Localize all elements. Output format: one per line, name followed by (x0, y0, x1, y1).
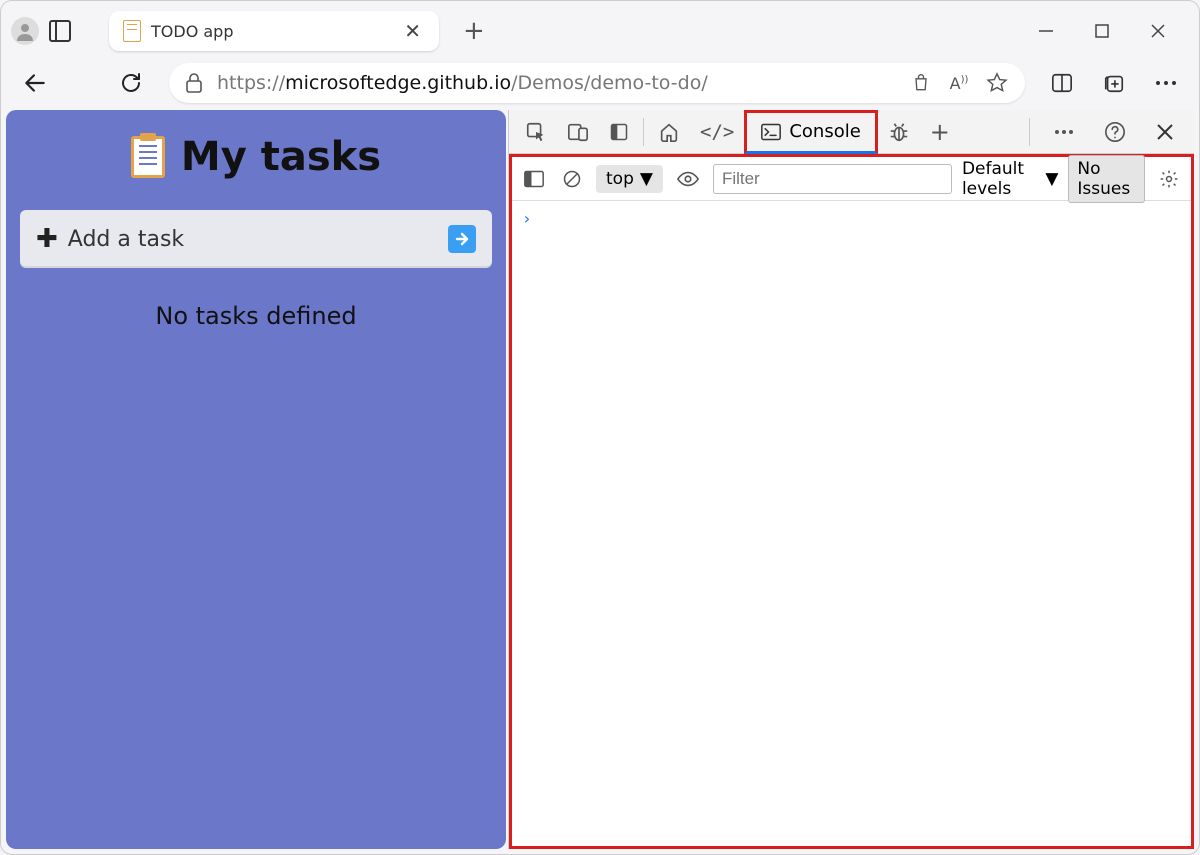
browser-titlebar: TODO app ✕ + (1, 1, 1199, 61)
home-icon (658, 121, 680, 143)
toggle-sidebar-button[interactable] (520, 157, 548, 201)
context-label: top (606, 169, 634, 189)
page-header: My tasks (20, 134, 492, 180)
lock-icon (185, 73, 203, 93)
url-text: https://microsoftedge.github.io/Demos/de… (217, 72, 895, 94)
collections-button[interactable] (1099, 68, 1129, 98)
clipboard-icon (131, 136, 165, 178)
more-icon (1054, 129, 1074, 135)
issues-button[interactable]: No Issues (1068, 155, 1145, 203)
devtools-close-button[interactable] (1146, 110, 1184, 154)
console-body: top ▼ Default levels ▼ No Issues › (509, 154, 1194, 849)
read-aloud-button[interactable]: A)) (947, 71, 971, 95)
minimize-button[interactable] (1035, 20, 1057, 42)
devtools-help-button[interactable] (1094, 110, 1136, 154)
empty-state-message: No tasks defined (20, 302, 492, 330)
console-settings-button[interactable] (1155, 157, 1183, 201)
favicon-icon (123, 20, 141, 42)
arrow-right-icon (454, 231, 470, 247)
close-icon (1156, 123, 1174, 141)
help-icon (1104, 121, 1126, 143)
profile-button[interactable] (11, 17, 39, 45)
refresh-button[interactable] (115, 67, 147, 99)
gear-icon (1159, 169, 1179, 189)
sidebar-icon (524, 170, 544, 188)
devtools-tabstrip: </> Console + (509, 110, 1194, 154)
bug-icon (888, 121, 910, 143)
more-icon (1155, 80, 1177, 86)
welcome-tab[interactable] (648, 110, 690, 154)
maximize-button[interactable] (1091, 20, 1113, 42)
page-viewport: My tasks ✚ Add a task No tasks defined (6, 110, 506, 849)
issues-label: No Issues (1077, 159, 1130, 199)
new-tab-button[interactable]: + (449, 16, 499, 46)
user-icon (15, 21, 35, 41)
console-toolbar: top ▼ Default levels ▼ No Issues (512, 157, 1191, 201)
window-close-button[interactable] (1147, 20, 1169, 42)
plus-icon: ✚ (36, 224, 58, 254)
add-task-placeholder: Add a task (68, 227, 438, 252)
device-emulation-button[interactable] (557, 110, 599, 154)
bag-icon (911, 73, 931, 93)
url-box[interactable]: https://microsoftedge.github.io/Demos/de… (169, 63, 1025, 103)
star-icon (986, 72, 1008, 94)
split-screen-button[interactable] (1047, 68, 1077, 98)
tab-actions-button[interactable] (49, 20, 71, 42)
favorite-button[interactable] (985, 71, 1009, 95)
context-selector[interactable]: top ▼ (596, 165, 663, 193)
shopping-button[interactable] (909, 71, 933, 95)
prompt-caret-icon: › (522, 209, 532, 228)
devtools-panel: </> Console + top ▼ (508, 110, 1194, 849)
dock-button[interactable] (599, 110, 639, 154)
live-expression-button[interactable] (673, 157, 703, 201)
devtools-more-button[interactable] (1044, 110, 1084, 154)
browser-tab[interactable]: TODO app ✕ (109, 11, 439, 51)
tab-close-button[interactable]: ✕ (400, 19, 425, 43)
filter-input[interactable] (713, 164, 952, 194)
caret-down-icon: ▼ (640, 169, 653, 189)
inspect-icon (525, 121, 547, 143)
elements-tab[interactable]: </> (690, 110, 744, 154)
sources-tab[interactable] (878, 110, 920, 154)
console-tab-label: Console (789, 121, 860, 142)
add-task-input[interactable]: ✚ Add a task (20, 210, 492, 268)
collections-icon (1103, 72, 1125, 94)
page-title: My tasks (181, 134, 381, 180)
console-icon (761, 123, 781, 141)
console-prompt[interactable]: › (512, 201, 1191, 236)
log-levels-selector[interactable]: Default levels ▼ (962, 159, 1058, 199)
arrow-left-icon (22, 70, 48, 96)
settings-more-button[interactable] (1151, 68, 1181, 98)
tab-title: TODO app (151, 22, 390, 41)
add-task-submit-button[interactable] (448, 225, 476, 253)
console-tab[interactable]: Console (744, 110, 877, 154)
caret-down-icon: ▼ (1045, 169, 1058, 189)
window-controls (1035, 20, 1189, 42)
back-button[interactable] (19, 67, 51, 99)
clear-icon (562, 169, 582, 189)
address-bar: https://microsoftedge.github.io/Demos/de… (1, 61, 1199, 111)
eye-icon (677, 171, 699, 187)
levels-label: Default levels (962, 159, 1041, 199)
new-tab-button[interactable]: + (920, 110, 960, 154)
dock-icon (609, 122, 629, 142)
clear-console-button[interactable] (558, 157, 586, 201)
split-icon (1051, 72, 1073, 94)
devices-icon (567, 121, 589, 143)
inspect-element-button[interactable] (515, 110, 557, 154)
refresh-icon (119, 71, 143, 95)
